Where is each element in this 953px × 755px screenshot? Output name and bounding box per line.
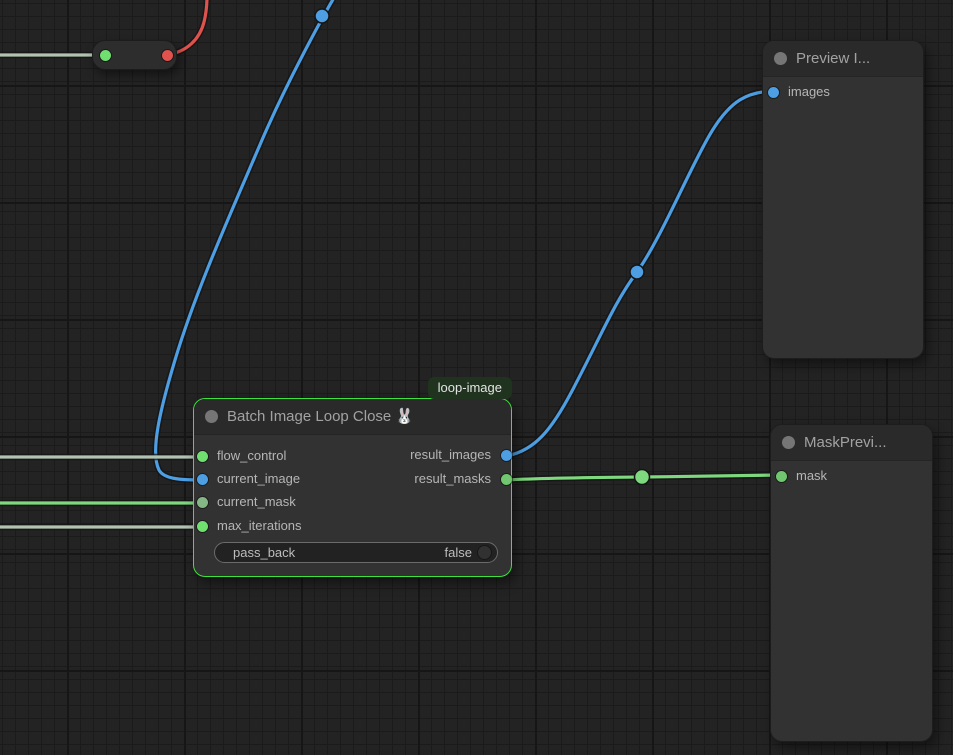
input-label-mask: mask: [796, 466, 827, 486]
input-label-flow-control: flow_control: [217, 446, 286, 466]
input-label-max-iterations: max_iterations: [217, 516, 302, 536]
input-port-flow-control[interactable]: [197, 451, 208, 462]
output-port-result-images[interactable]: [501, 450, 512, 461]
widget-name: pass_back: [233, 545, 445, 560]
link-midpoint-dot[interactable]: [315, 9, 329, 23]
output-port-result-masks[interactable]: [501, 474, 512, 485]
node-title: Batch Image Loop Close 🐰: [227, 399, 414, 434]
collapsed-node-output-port[interactable]: [162, 50, 173, 61]
node-titlebar[interactable]: Preview I...: [763, 41, 923, 77]
node-titlebar[interactable]: MaskPrevi...: [771, 425, 932, 461]
graph-canvas[interactable]: loop-image Batch Image Loop Close 🐰 flow…: [0, 0, 953, 755]
collapse-dot-icon[interactable]: [205, 410, 218, 423]
output-label-result-masks: result_masks: [414, 469, 491, 489]
collapse-dot-icon[interactable]: [782, 436, 795, 449]
collapsed-node-input-port[interactable]: [100, 50, 111, 61]
input-port-mask[interactable]: [776, 471, 787, 482]
output-label-result-images: result_images: [410, 445, 491, 465]
node-preview-image[interactable]: Preview I... images: [762, 40, 924, 359]
link-midpoint-dot[interactable]: [635, 470, 650, 485]
link-midpoint-dot[interactable]: [630, 265, 644, 279]
collapse-dot-icon[interactable]: [774, 52, 787, 65]
input-label-current-image: current_image: [217, 469, 300, 489]
widget-value: false: [445, 545, 472, 560]
node-title: MaskPrevi...: [804, 425, 887, 460]
node-title: Preview I...: [796, 41, 870, 76]
input-label-images: images: [788, 82, 830, 102]
toggle-knob-icon[interactable]: [477, 545, 492, 560]
input-port-images[interactable]: [768, 87, 779, 98]
input-port-current-mask[interactable]: [197, 497, 208, 508]
input-label-current-mask: current_mask: [217, 492, 296, 512]
collapsed-node[interactable]: [92, 40, 177, 70]
node-mask-preview[interactable]: MaskPrevi... mask: [770, 424, 933, 742]
widget-pass-back-toggle[interactable]: pass_back false: [214, 542, 498, 563]
node-titlebar[interactable]: Batch Image Loop Close 🐰: [194, 399, 511, 435]
input-port-max-iterations[interactable]: [197, 521, 208, 532]
input-port-current-image[interactable]: [197, 474, 208, 485]
node-batch-image-loop-close[interactable]: loop-image Batch Image Loop Close 🐰 flow…: [193, 398, 512, 577]
node-title-badge: loop-image: [428, 377, 512, 399]
